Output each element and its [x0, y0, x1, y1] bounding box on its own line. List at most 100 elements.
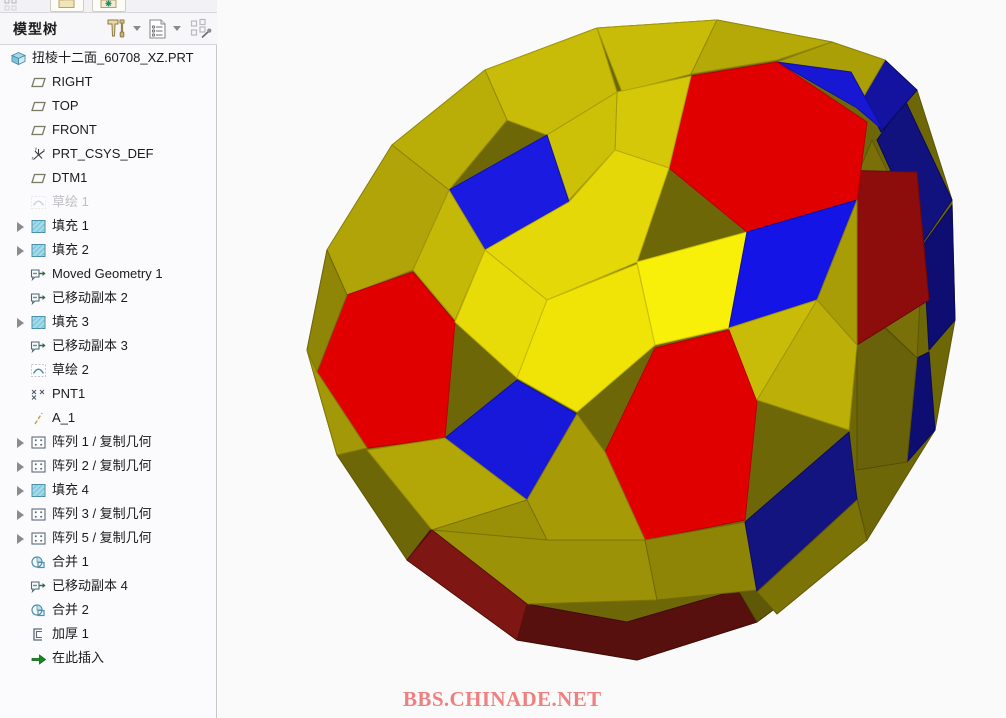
part-cube-icon	[10, 52, 27, 66]
chevron-down-icon	[133, 26, 141, 31]
expand-triangle-icon[interactable]	[17, 222, 24, 232]
sketch-icon	[31, 196, 46, 209]
tree-item[interactable]: 合并 2	[0, 598, 216, 622]
tree-item-label: 加厚 1	[52, 626, 89, 641]
tree-item[interactable]: y z x PRT_CSYS_DEF	[0, 142, 216, 166]
tree-item[interactable]: 合并 1	[0, 550, 216, 574]
panel-title: 模型树	[13, 21, 58, 37]
svg-text:y: y	[35, 146, 38, 151]
tree-item-label: 扭棱十二面_60708_XZ.PRT	[32, 50, 194, 65]
expand-triangle-icon[interactable]	[17, 246, 24, 256]
tree-item-label: 填充 1	[52, 218, 89, 233]
grid-dots-icon	[4, 0, 17, 11]
svg-text:z: z	[32, 156, 34, 161]
expand-triangle-icon[interactable]	[17, 486, 24, 496]
merge-icon	[31, 604, 45, 617]
model-tree[interactable]: 扭棱十二面_60708_XZ.PRT RIGHT TOP FRONT y z x PRT_CS…	[0, 46, 216, 718]
tree-item-label: 草绘 1	[52, 194, 89, 209]
settings-dropdown[interactable]	[131, 18, 145, 40]
tree-item[interactable]: 草绘 2	[0, 358, 216, 382]
asterisk-icon	[100, 0, 117, 8]
tree-item[interactable]: 已移动副本 3	[0, 334, 216, 358]
tree-filter-button[interactable]	[190, 18, 212, 40]
tree-item-label: 草绘 2	[52, 362, 89, 377]
watermark-text: BBS.CHINADE.NET	[403, 687, 602, 711]
settings-tools-button[interactable]	[104, 18, 128, 40]
datum-plane-icon	[31, 173, 46, 184]
tree-item[interactable]: 阵列 5 / 复制几何	[0, 526, 216, 550]
tree-item[interactable]: 填充 2	[0, 238, 216, 262]
pattern-icon	[31, 532, 46, 545]
tree-item[interactable]: Moved Geometry 1	[0, 262, 216, 286]
tree-item[interactable]: A_1	[0, 406, 216, 430]
tree-item-label: 填充 3	[52, 314, 89, 329]
tree-item[interactable]: DTM1	[0, 166, 216, 190]
tree-item[interactable]: 扭棱十二面_60708_XZ.PRT	[0, 46, 216, 70]
svg-text:x: x	[43, 147, 46, 152]
expand-triangle-icon[interactable]	[17, 534, 24, 544]
axis-icon	[34, 412, 43, 425]
tree-item[interactable]: 阵列 1 / 复制几何	[0, 430, 216, 454]
style-button[interactable]	[92, 0, 126, 12]
expand-triangle-icon[interactable]	[17, 318, 24, 328]
moved-copy-icon	[30, 293, 46, 306]
tree-item-label: 填充 2	[52, 242, 89, 257]
tree-item[interactable]: PNT1	[0, 382, 216, 406]
thicken-icon	[33, 628, 42, 641]
tree-item-label: TOP	[52, 98, 79, 113]
display-list-button[interactable]	[148, 18, 168, 40]
list-document-icon	[149, 19, 166, 39]
expand-triangle-icon[interactable]	[17, 438, 24, 448]
tree-item[interactable]: 填充 1	[0, 214, 216, 238]
merge-icon	[31, 556, 45, 569]
pattern-icon	[31, 460, 46, 473]
snub-dodecahedron-model[interactable]	[217, 0, 1006, 718]
ribbon-strip	[0, 0, 217, 13]
tree-item-label: 合并 2	[52, 602, 89, 617]
datum-plane-icon	[31, 77, 46, 88]
tree-item[interactable]: 填充 3	[0, 310, 216, 334]
new-window-button[interactable]	[50, 0, 84, 12]
tree-item[interactable]: 在此插入	[0, 646, 216, 670]
tree-item-label: 填充 4	[52, 482, 89, 497]
tree-item-label: 阵列 1 / 复制几何	[52, 434, 152, 449]
moved-copy-icon	[30, 269, 46, 282]
tree-item-label: 阵列 5 / 复制几何	[52, 530, 152, 545]
sketch-icon	[31, 364, 46, 377]
tree-item[interactable]: RIGHT	[0, 70, 216, 94]
moved-copy-icon	[30, 581, 46, 594]
hammer-screwdriver-icon	[107, 19, 125, 38]
tree-item-label: DTM1	[52, 170, 88, 185]
graphics-viewport[interactable]: BBS.CHINADE.NET	[217, 0, 1006, 718]
expand-triangle-icon[interactable]	[17, 510, 24, 520]
tree-item-label: 已移动副本 4	[52, 578, 128, 593]
tree-item-label: 在此插入	[52, 650, 105, 665]
tree-filter-icon	[190, 18, 212, 39]
tree-item-label: PRT_CSYS_DEF	[52, 146, 154, 161]
tree-item-label: Moved Geometry 1	[52, 266, 163, 281]
insert-here-icon	[31, 654, 47, 665]
tree-item[interactable]: 已移动副本 2	[0, 286, 216, 310]
tree-item-label: 已移动副本 2	[52, 290, 128, 305]
fill-icon	[31, 220, 46, 233]
tree-item-label: 阵列 2 / 复制几何	[52, 458, 152, 473]
window-icon	[58, 0, 75, 8]
display-dropdown[interactable]	[171, 18, 185, 40]
tree-item[interactable]: 阵列 3 / 复制几何	[0, 502, 216, 526]
tree-item[interactable]: FRONT	[0, 118, 216, 142]
point-icon	[31, 389, 45, 400]
expand-triangle-icon[interactable]	[17, 462, 24, 472]
tree-item-label: RIGHT	[52, 74, 93, 89]
model-tree-panel: 模型树 扭棱十二面_60708_XZ.PRT RIGHT TOP FRONT y…	[0, 0, 217, 718]
moved-copy-icon	[30, 341, 46, 354]
tree-item[interactable]: 阵列 2 / 复制几何	[0, 454, 216, 478]
panel-header: 模型树	[0, 13, 217, 45]
tree-item[interactable]: 填充 4	[0, 478, 216, 502]
tree-item[interactable]: 草绘 1	[0, 190, 216, 214]
application-window: 模型树 扭棱十二面_60708_XZ.PRT RIGHT TOP FRONT y…	[0, 0, 1006, 718]
tree-item[interactable]: TOP	[0, 94, 216, 118]
fill-icon	[31, 484, 46, 497]
pattern-icon	[31, 508, 46, 521]
tree-item[interactable]: 加厚 1	[0, 622, 216, 646]
tree-item[interactable]: 已移动副本 4	[0, 574, 216, 598]
